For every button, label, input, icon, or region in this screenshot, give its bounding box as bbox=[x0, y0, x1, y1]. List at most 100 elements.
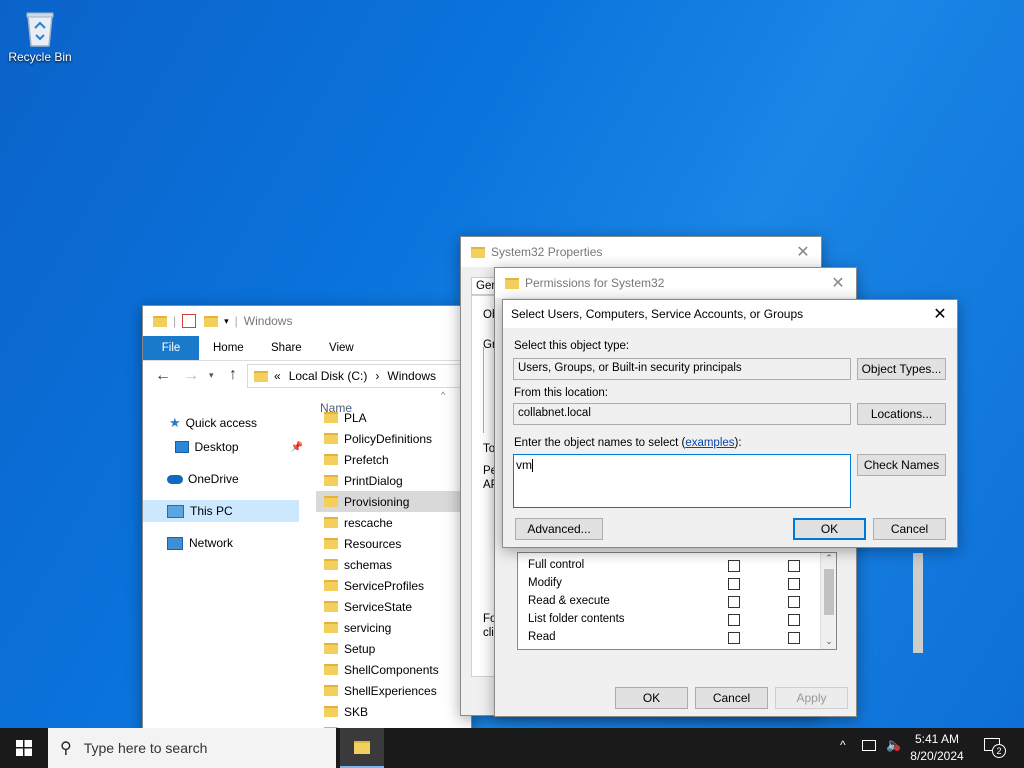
folder-name: servicing bbox=[344, 620, 392, 635]
deny-list-folder-checkbox[interactable] bbox=[788, 614, 800, 626]
folder-row[interactable]: PolicyDefinitions bbox=[316, 428, 466, 449]
folder-icon bbox=[324, 580, 338, 591]
permissions-scrollbar[interactable]: ⌃ ⌄ bbox=[820, 553, 836, 649]
folder-row[interactable]: Resources bbox=[316, 533, 466, 554]
ribbon-tab-share[interactable]: Share bbox=[271, 342, 302, 354]
close-icon[interactable]: ✕ bbox=[820, 273, 856, 293]
show-hidden-icons-chevron[interactable]: ^ bbox=[840, 738, 846, 752]
folder-row[interactable]: SKB bbox=[316, 701, 466, 722]
pin-icon[interactable]: 📌 bbox=[291, 442, 303, 453]
star-icon: ★ bbox=[169, 415, 181, 430]
properties-scrollbar[interactable] bbox=[913, 553, 923, 653]
deny-read-checkbox[interactable] bbox=[788, 632, 800, 644]
check-names-button[interactable]: Check Names bbox=[857, 454, 946, 476]
scroll-thumb[interactable] bbox=[824, 569, 834, 615]
ribbon-divider bbox=[143, 360, 473, 361]
deny-read-execute-checkbox[interactable] bbox=[788, 596, 800, 608]
close-icon[interactable]: ✕ bbox=[923, 304, 957, 324]
address-folder-icon bbox=[254, 370, 268, 382]
locations-button[interactable]: Locations... bbox=[857, 403, 946, 425]
forward-arrow-icon[interactable]: → bbox=[183, 367, 199, 385]
recent-locations-chevron-icon[interactable]: ▾ bbox=[209, 370, 214, 381]
address-overflow[interactable]: « bbox=[274, 369, 281, 383]
folder-row[interactable]: schemas bbox=[316, 554, 466, 575]
file-explorer-icon bbox=[354, 740, 370, 754]
folder-row[interactable]: Provisioning bbox=[316, 491, 466, 512]
folder-row[interactable]: ShellExperiences bbox=[316, 680, 466, 701]
nav-quick-access[interactable]: ★ Quick access bbox=[143, 412, 303, 434]
folder-name: PolicyDefinitions bbox=[344, 431, 433, 446]
up-arrow-icon[interactable]: ↑ bbox=[229, 366, 237, 384]
ribbon-tab-home[interactable]: Home bbox=[213, 342, 244, 354]
clock-time: 5:41 AM bbox=[914, 732, 960, 746]
deny-full-control-checkbox[interactable] bbox=[788, 560, 800, 572]
folder-row[interactable]: ServiceState bbox=[316, 596, 466, 617]
scroll-up-icon[interactable]: ⌃ bbox=[821, 553, 836, 564]
deny-modify-checkbox[interactable] bbox=[788, 578, 800, 590]
back-arrow-icon[interactable]: ← bbox=[155, 367, 171, 385]
start-button[interactable] bbox=[0, 728, 48, 768]
folder-row[interactable]: rescache bbox=[316, 512, 466, 533]
object-names-input[interactable]: vm bbox=[513, 454, 851, 508]
permissions-apply-button[interactable]: Apply bbox=[775, 687, 848, 709]
examples-link[interactable]: examples bbox=[685, 437, 734, 449]
folder-row[interactable]: ShellComponents bbox=[316, 659, 466, 680]
qat-separator-2: | bbox=[234, 314, 238, 328]
volume-muted-icon[interactable]: 🔈 bbox=[886, 737, 902, 753]
nav-desktop[interactable]: Desktop 📌 bbox=[143, 436, 303, 458]
folder-icon bbox=[324, 643, 338, 654]
permissions-ok-button[interactable]: OK bbox=[615, 687, 688, 709]
permissions-title: Permissions for System32 bbox=[525, 276, 665, 290]
properties-title: System32 Properties bbox=[491, 245, 603, 259]
folder-row[interactable]: ServiceProfiles bbox=[316, 575, 466, 596]
nav-this-pc[interactable]: This PC bbox=[143, 500, 299, 522]
folder-name: PrintDialog bbox=[344, 473, 403, 488]
folder-icon bbox=[324, 475, 338, 486]
explorer-title: Windows bbox=[243, 314, 293, 328]
allow-list-folder-checkbox[interactable] bbox=[728, 614, 740, 626]
close-icon[interactable]: ✕ bbox=[785, 242, 821, 262]
allow-read-execute-checkbox[interactable] bbox=[728, 596, 740, 608]
advanced-button[interactable]: Advanced... bbox=[515, 518, 603, 540]
qat-dropdown-icon[interactable]: ▾ bbox=[224, 316, 229, 327]
ok-button[interactable]: OK bbox=[793, 518, 866, 540]
new-folder-qat-icon[interactable] bbox=[204, 315, 219, 327]
address-bar[interactable]: « Local Disk (C:) › Windows bbox=[247, 364, 473, 388]
folder-row[interactable]: PrintDialog bbox=[316, 470, 466, 491]
folder-icon bbox=[324, 559, 338, 570]
ribbon-tab-file[interactable]: File bbox=[143, 336, 199, 360]
folder-icon bbox=[324, 538, 338, 549]
recycle-bin-icon bbox=[23, 8, 57, 48]
recycle-bin-shortcut[interactable]: Recycle Bin bbox=[4, 8, 76, 78]
notification-center-button[interactable]: 2 bbox=[980, 736, 1010, 760]
folder-icon bbox=[324, 664, 338, 675]
folder-row[interactable]: Prefetch bbox=[316, 449, 466, 470]
taskbar-file-explorer-button[interactable] bbox=[340, 728, 384, 768]
allow-full-control-checkbox[interactable] bbox=[728, 560, 740, 572]
search-placeholder: Type here to search bbox=[83, 740, 208, 756]
permissions-cancel-button[interactable]: Cancel bbox=[695, 687, 768, 709]
breadcrumb-local-disk[interactable]: Local Disk (C:) bbox=[289, 369, 368, 383]
allow-modify-checkbox[interactable] bbox=[728, 578, 740, 590]
allow-read-checkbox[interactable] bbox=[728, 632, 740, 644]
breadcrumb-separator[interactable]: › bbox=[375, 369, 379, 383]
scroll-down-icon[interactable]: ⌄ bbox=[821, 636, 836, 647]
folder-row[interactable]: Setup bbox=[316, 638, 466, 659]
folder-row[interactable]: servicing bbox=[316, 617, 466, 638]
properties-qat-icon[interactable] bbox=[182, 314, 197, 328]
nav-network[interactable]: Network bbox=[143, 532, 303, 554]
taskbar-search-box[interactable]: ⚲ Type here to search bbox=[48, 728, 336, 768]
breadcrumb-windows[interactable]: Windows bbox=[387, 369, 436, 383]
object-types-button[interactable]: Object Types... bbox=[857, 358, 946, 380]
nav-desktop-label: Desktop bbox=[194, 440, 239, 454]
nav-onedrive-label: OneDrive bbox=[188, 472, 239, 486]
folder-icon bbox=[324, 622, 338, 633]
perm-row-read: Read bbox=[528, 631, 556, 643]
nav-onedrive[interactable]: OneDrive bbox=[143, 468, 303, 490]
ribbon-tab-view[interactable]: View bbox=[329, 342, 354, 354]
network-tray-icon[interactable] bbox=[862, 740, 876, 751]
folder-row[interactable]: PLA bbox=[316, 407, 466, 428]
cancel-button[interactable]: Cancel bbox=[873, 518, 946, 540]
object-type-label: Select this object type: bbox=[514, 340, 630, 352]
clock[interactable]: 5:41 AM 8/20/2024 bbox=[906, 731, 968, 765]
